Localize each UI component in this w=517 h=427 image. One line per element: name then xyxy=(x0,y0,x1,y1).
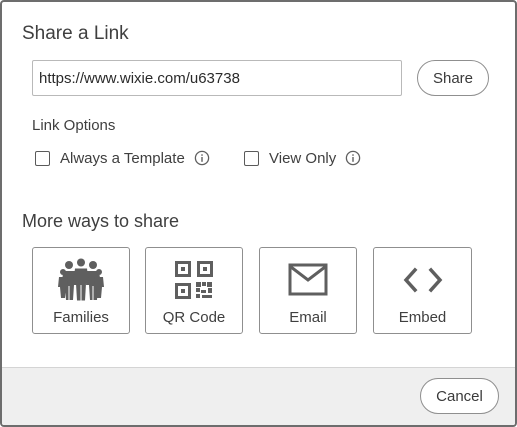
always-template-label[interactable]: Always a Template xyxy=(60,150,185,167)
dialog-title: Share a Link xyxy=(22,23,129,44)
email-label: Email xyxy=(289,309,327,326)
info-icon[interactable] xyxy=(344,149,362,167)
embed-share-tile[interactable]: Embed xyxy=(373,247,472,334)
qr-code-share-tile[interactable]: QR Code xyxy=(145,247,243,334)
link-options-heading: Link Options xyxy=(32,117,116,134)
email-icon xyxy=(260,258,356,302)
share-button[interactable]: Share xyxy=(417,60,489,96)
view-only-label[interactable]: View Only xyxy=(269,150,336,167)
qr-code-label: QR Code xyxy=(162,309,226,326)
email-share-tile[interactable]: Email xyxy=(259,247,357,334)
qr-code-icon xyxy=(146,258,242,302)
share-url-input[interactable] xyxy=(32,60,402,96)
always-template-option: Always a Template xyxy=(35,148,211,168)
view-only-option: View Only xyxy=(244,148,362,168)
embed-label: Embed xyxy=(398,309,447,326)
share-link-dialog: Share a Link Share Link Options Always a… xyxy=(0,0,517,427)
embed-icon xyxy=(374,258,471,302)
dialog-footer: Cancel xyxy=(2,367,515,425)
info-icon[interactable] xyxy=(193,149,211,167)
families-icon xyxy=(33,258,129,302)
families-share-tile[interactable]: Families xyxy=(32,247,130,334)
more-ways-heading: More ways to share xyxy=(22,211,180,231)
view-only-checkbox[interactable] xyxy=(244,150,259,166)
always-template-checkbox[interactable] xyxy=(35,150,50,166)
cancel-button[interactable]: Cancel xyxy=(420,378,499,414)
families-label: Families xyxy=(53,309,109,326)
